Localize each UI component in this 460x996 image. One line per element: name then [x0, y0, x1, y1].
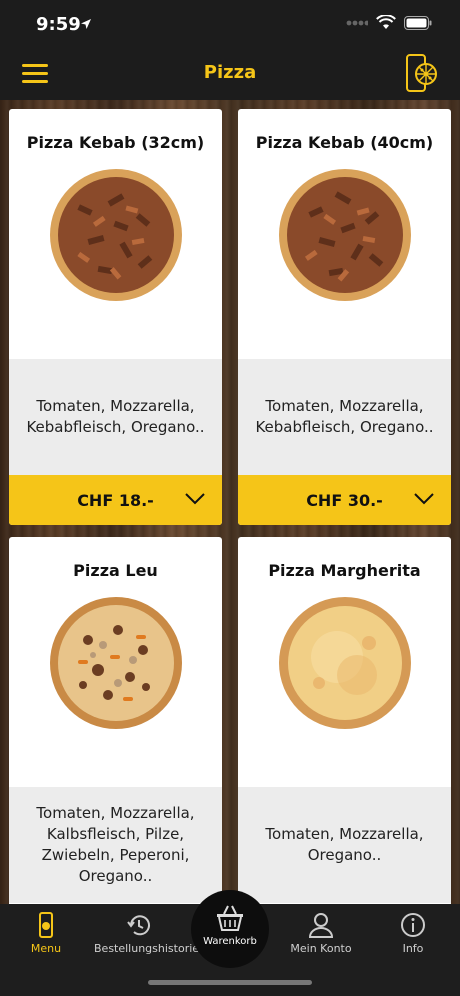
- product-name: Pizza Margherita: [268, 561, 421, 580]
- product-grid: Pizza Kebab (32cm) Tomaten, Mozzarella, …: [0, 100, 460, 904]
- product-description: Tomaten, Mozzarella, Kalbsfleisch, Pilze…: [9, 787, 222, 903]
- price-bar[interactable]: CHF 30.-: [238, 475, 451, 525]
- history-icon: [127, 915, 150, 936]
- home-indicator: [148, 980, 312, 985]
- product-card[interactable]: Pizza Leu Tomaten, Mozzarella, Kalbsflei…: [9, 537, 222, 904]
- product-card[interactable]: Pizza Margherita Tomaten, Mozzarella, Or…: [238, 537, 451, 904]
- nav-bar: Pizza: [0, 48, 460, 100]
- signal-dots-icon: [346, 20, 368, 25]
- price-bar[interactable]: CHF 18.-: [9, 475, 222, 525]
- product-name: Pizza Kebab (40cm): [255, 133, 434, 152]
- pizza-kebab-image: [279, 169, 411, 301]
- tab-info[interactable]: Info: [398, 912, 428, 955]
- pizza-leu-image: [50, 597, 182, 729]
- tab-label: Info: [402, 942, 424, 955]
- product-description: Tomaten, Mozzarella, Kebabfleisch, Orega…: [9, 359, 222, 475]
- pizza-margherita-image: [279, 597, 411, 729]
- product-description: Tomaten, Mozzarella, Oregano..: [238, 787, 451, 903]
- chevron-down-icon[interactable]: [413, 492, 435, 506]
- tab-label: Menu: [30, 942, 62, 955]
- tab-label: Bestellungshistorie: [94, 942, 200, 955]
- tab-account[interactable]: Mein Konto: [288, 912, 354, 955]
- product-card[interactable]: Pizza Kebab (40cm) Tomaten, Mozzarella, …: [238, 109, 451, 525]
- tab-label: Mein Konto: [290, 942, 352, 955]
- wifi-icon: [376, 15, 396, 29]
- product-price: CHF 18.-: [77, 490, 154, 510]
- menu-phone-icon: [39, 912, 53, 938]
- pizza-kebab-image: [50, 169, 182, 301]
- location-arrow-icon: [81, 19, 91, 29]
- status-time: 9:59: [36, 14, 81, 35]
- battery-icon: [404, 15, 432, 30]
- product-description: Tomaten, Mozzarella, Kebabfleisch, Orega…: [238, 359, 451, 475]
- basket-icon: [217, 905, 243, 931]
- phone-pizza-icon[interactable]: [404, 54, 440, 94]
- tab-label: Warenkorb: [203, 936, 257, 947]
- tab-cart[interactable]: Warenkorb: [191, 890, 269, 968]
- chevron-down-icon[interactable]: [184, 492, 206, 506]
- tab-order-history[interactable]: Bestellungshistorie: [94, 912, 199, 955]
- product-price: CHF 30.-: [306, 490, 383, 510]
- status-bar: 9:59: [0, 0, 460, 48]
- account-icon: [308, 913, 334, 938]
- product-card[interactable]: Pizza Kebab (32cm) Tomaten, Mozzarella, …: [9, 109, 222, 525]
- page-title: Pizza: [203, 62, 257, 83]
- info-icon: [401, 913, 425, 937]
- product-name: Pizza Kebab (32cm): [26, 133, 205, 152]
- product-name: Pizza Leu: [73, 561, 158, 580]
- tab-menu[interactable]: Menu: [28, 912, 64, 955]
